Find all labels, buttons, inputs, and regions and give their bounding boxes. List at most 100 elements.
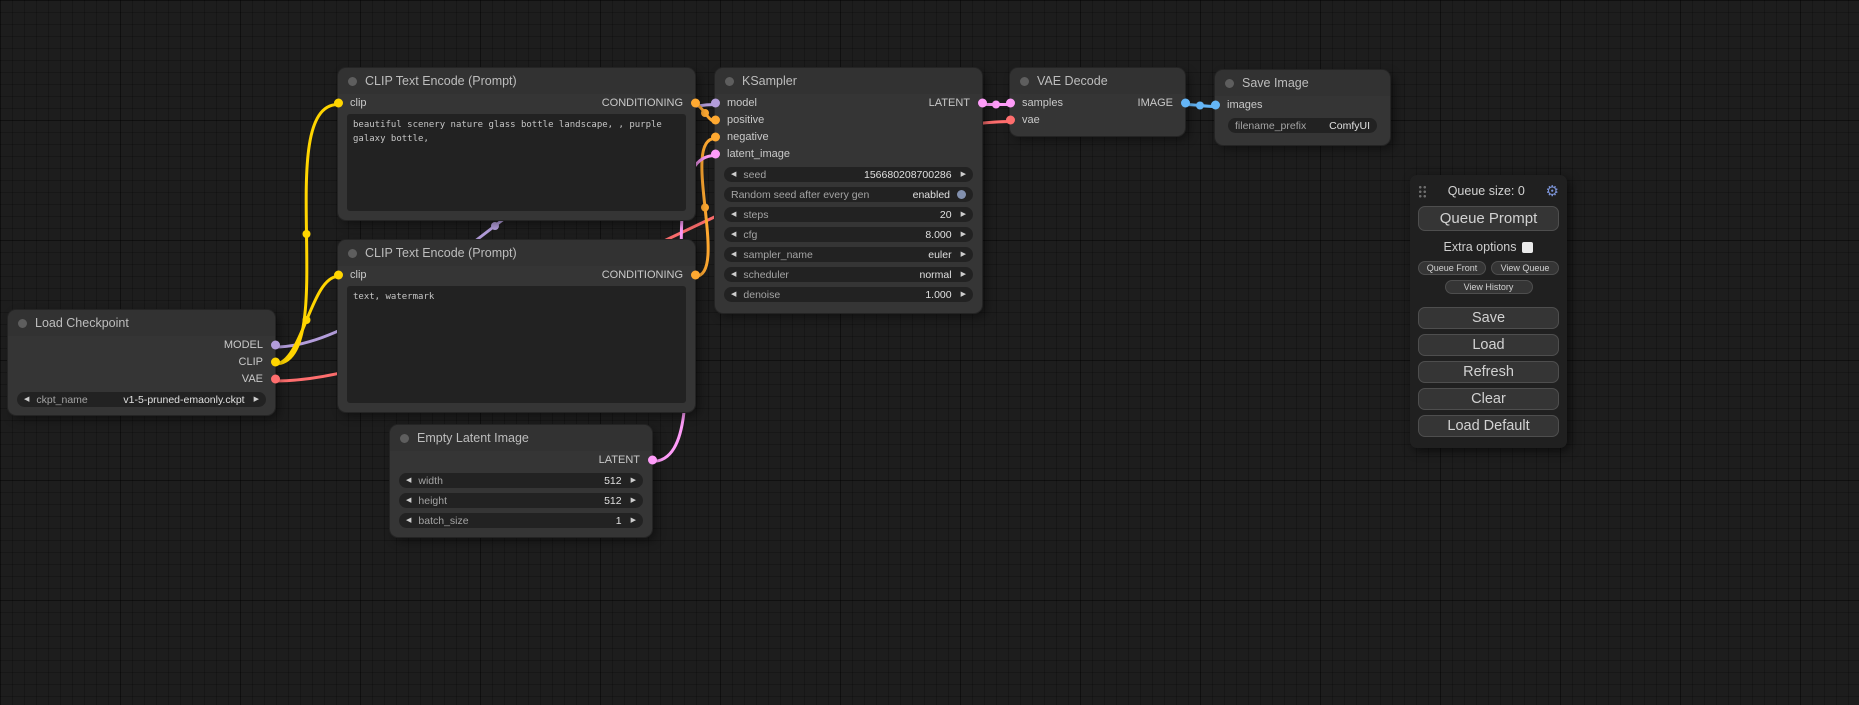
node-title-bar[interactable]: Save Image [1215,70,1390,96]
widget-ckpt-name[interactable]: ◀ ckpt_name v1-5-pruned-emaonly.ckpt ▶ [17,392,266,407]
extra-options-checkbox[interactable] [1522,242,1533,253]
queue-front-button[interactable]: Queue Front [1418,261,1486,275]
next-value-arrow-icon[interactable]: ▶ [961,291,966,298]
node-status-dot[interactable] [348,249,357,258]
widget-random-seed-toggle[interactable]: Random seed after every gen enabled [724,187,973,202]
link-midpoint-dot [491,222,499,230]
next-value-arrow-icon[interactable]: ▶ [961,211,966,218]
node-title-bar[interactable]: Load Checkpoint [8,310,275,336]
queue-prompt-button[interactable]: Queue Prompt [1418,206,1559,231]
node-title-bar[interactable]: CLIP Text Encode (Prompt) [338,240,695,266]
widget-height[interactable]: ◀ height 512 ▶ [399,493,643,508]
widget-scheduler[interactable]: ◀ scheduler normal ▶ [724,267,973,282]
node-status-dot[interactable] [348,77,357,86]
next-value-arrow-icon[interactable]: ▶ [631,497,636,504]
node-vae-decode[interactable]: VAE Decode samples IMAGE vae [1010,68,1185,136]
save-button[interactable]: Save [1418,307,1559,329]
node-title: Empty Latent Image [417,431,529,445]
prev-value-arrow-icon[interactable]: ◀ [24,396,29,403]
widget-denoise[interactable]: ◀ denoise 1.000 ▶ [724,287,973,302]
load-default-button[interactable]: Load Default [1418,415,1559,437]
prev-value-arrow-icon[interactable]: ◀ [731,291,736,298]
widget-steps[interactable]: ◀ steps 20 ▶ [724,207,973,222]
next-value-arrow-icon[interactable]: ▶ [254,396,259,403]
widget-label: width [418,475,443,487]
widget-label: height [418,495,447,507]
prev-value-arrow-icon[interactable]: ◀ [731,211,736,218]
output-slot-model[interactable] [271,340,280,349]
input-slot-positive[interactable] [711,115,720,124]
widget-filename-prefix[interactable]: filename_prefix ComfyUI [1228,118,1377,133]
widget-label: seed [743,169,766,181]
output-slot-conditioning[interactable] [691,270,700,279]
prev-value-arrow-icon[interactable]: ◀ [731,171,736,178]
input-slot-clip[interactable] [334,98,343,107]
output-slot-vae[interactable] [271,374,280,383]
node-status-dot[interactable] [725,77,734,86]
node-status-dot[interactable] [1225,79,1234,88]
node-title-bar[interactable]: VAE Decode [1010,68,1185,94]
widget-width[interactable]: ◀ width 512 ▶ [399,473,643,488]
prompt-textarea[interactable]: text, watermark [347,286,686,403]
clear-button[interactable]: Clear [1418,388,1559,410]
input-slot-clip[interactable] [334,270,343,279]
widget-batch-size[interactable]: ◀ batch_size 1 ▶ [399,513,643,528]
toggle-on-indicator[interactable] [957,190,966,199]
input-slot-samples[interactable] [1006,98,1015,107]
input-slot-latent-image[interactable] [711,149,720,158]
link-midpoint-dot [701,204,709,212]
node-title-bar[interactable]: KSampler [715,68,982,94]
refresh-button[interactable]: Refresh [1418,361,1559,383]
prompt-textarea[interactable]: beautiful scenery nature glass bottle la… [347,114,686,211]
node-empty-latent-image[interactable]: Empty Latent Image LATENT ◀ width 512 ▶ … [390,425,652,537]
input-slot-images[interactable] [1211,100,1220,109]
settings-gear-icon[interactable]: ⚙ [1546,184,1559,199]
widget-sampler-name[interactable]: ◀ sampler_name euler ▶ [724,247,973,262]
output-slot-latent[interactable] [648,455,657,464]
prev-value-arrow-icon[interactable]: ◀ [731,251,736,258]
prev-value-arrow-icon[interactable]: ◀ [731,271,736,278]
next-value-arrow-icon[interactable]: ▶ [961,251,966,258]
next-value-arrow-icon[interactable]: ▶ [961,171,966,178]
node-title-bar[interactable]: CLIP Text Encode (Prompt) [338,68,695,94]
node-clip-text-encode-negative[interactable]: CLIP Text Encode (Prompt) clip CONDITION… [338,240,695,412]
node-title: Load Checkpoint [35,316,129,330]
prev-value-arrow-icon[interactable]: ◀ [406,477,411,484]
next-value-arrow-icon[interactable]: ▶ [631,517,636,524]
load-button[interactable]: Load [1418,334,1559,356]
next-value-arrow-icon[interactable]: ▶ [961,231,966,238]
node-status-dot[interactable] [1020,77,1029,86]
next-value-arrow-icon[interactable]: ▶ [631,477,636,484]
node-clip-text-encode-positive[interactable]: CLIP Text Encode (Prompt) clip CONDITION… [338,68,695,220]
node-graph-canvas[interactable]: Load Checkpoint MODEL CLIP VAE ◀ ckpt_na… [0,0,1859,705]
node-status-dot[interactable] [400,434,409,443]
prev-value-arrow-icon[interactable]: ◀ [406,497,411,504]
node-ksampler[interactable]: KSampler model LATENT positive negative … [715,68,982,313]
input-label-samples: samples [1022,97,1063,109]
input-slot-negative[interactable] [711,132,720,141]
node-title-bar[interactable]: Empty Latent Image [390,425,652,451]
prev-value-arrow-icon[interactable]: ◀ [406,517,411,524]
node-status-dot[interactable] [18,319,27,328]
view-queue-button[interactable]: View Queue [1491,261,1559,275]
widget-label: sampler_name [743,249,812,261]
output-label-latent: LATENT [599,454,640,466]
input-label-model: model [727,97,757,109]
output-slot-clip[interactable] [271,357,280,366]
prev-value-arrow-icon[interactable]: ◀ [731,231,736,238]
widget-label: denoise [743,289,780,301]
output-slot-image[interactable] [1181,98,1190,107]
output-slot-conditioning[interactable] [691,98,700,107]
view-history-button[interactable]: View History [1445,280,1533,294]
node-load-checkpoint[interactable]: Load Checkpoint MODEL CLIP VAE ◀ ckpt_na… [8,310,275,415]
widget-label: ckpt_name [36,394,87,406]
node-save-image[interactable]: Save Image images filename_prefix ComfyU… [1215,70,1390,145]
widget-seed[interactable]: ◀ seed 156680208700286 ▶ [724,167,973,182]
drag-handle-icon[interactable] [1418,185,1427,198]
input-slot-model[interactable] [711,98,720,107]
input-slot-vae[interactable] [1006,115,1015,124]
widget-value: euler [928,249,951,261]
output-slot-latent[interactable] [978,98,987,107]
widget-cfg[interactable]: ◀ cfg 8.000 ▶ [724,227,973,242]
next-value-arrow-icon[interactable]: ▶ [961,271,966,278]
